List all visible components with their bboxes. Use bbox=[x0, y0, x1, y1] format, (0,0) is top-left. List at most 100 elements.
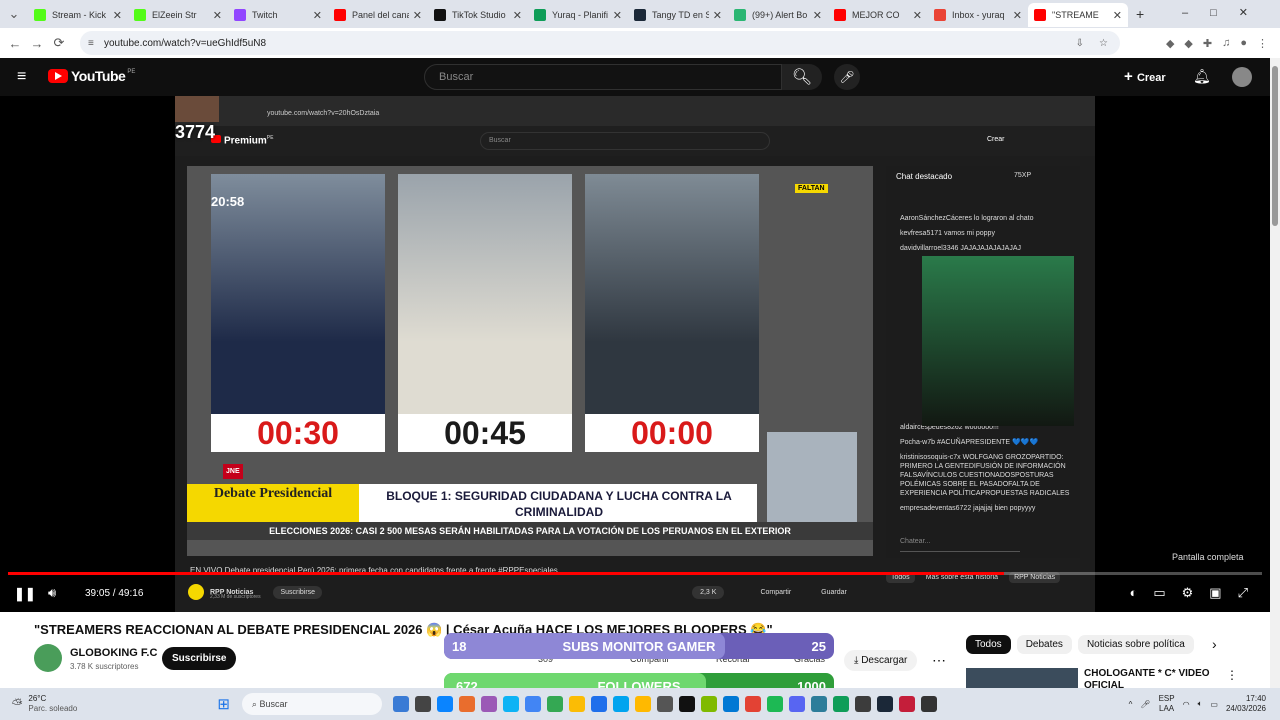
app-icon[interactable] bbox=[854, 696, 871, 712]
app-icon[interactable] bbox=[568, 696, 585, 712]
tray-chevron-icon[interactable]: ^ bbox=[1129, 700, 1133, 709]
app-icon[interactable] bbox=[876, 696, 893, 712]
close-icon[interactable]: ✕ bbox=[113, 9, 122, 22]
weather-icon[interactable]: ⛅︎ bbox=[12, 696, 22, 712]
tab[interactable]: MEJOR CO ✕ bbox=[828, 3, 928, 27]
app-icon[interactable] bbox=[810, 696, 827, 712]
app-icon[interactable] bbox=[678, 696, 695, 712]
app-icon[interactable] bbox=[546, 696, 563, 712]
related-title[interactable]: CHOLOGANTE * C* VIDEO OFICIAL bbox=[1084, 668, 1212, 688]
avatar[interactable] bbox=[1232, 67, 1252, 87]
close-icon[interactable]: ✕ bbox=[213, 9, 222, 22]
chip-debates[interactable]: Debates bbox=[1016, 635, 1072, 654]
app-icon[interactable] bbox=[920, 696, 937, 712]
language-indicator[interactable]: ESP LAA bbox=[1159, 694, 1175, 714]
close-icon[interactable]: ✕ bbox=[1013, 9, 1022, 22]
app-icon[interactable] bbox=[524, 696, 541, 712]
app-icon[interactable] bbox=[590, 696, 607, 712]
app-icon[interactable] bbox=[898, 696, 915, 712]
scrollbar-thumb[interactable] bbox=[1272, 66, 1278, 226]
close-icon[interactable]: ✕ bbox=[513, 9, 522, 22]
app-icon[interactable] bbox=[744, 696, 761, 712]
notifications-icon[interactable]: 🔔︎ bbox=[1193, 68, 1211, 85]
tab[interactable]: Twitch ✕ bbox=[228, 3, 328, 27]
tab[interactable]: Inbox - yuraq ✕ bbox=[928, 3, 1028, 27]
related-more-icon[interactable]: ⋮ bbox=[1226, 668, 1238, 682]
channel-name[interactable]: GLOBOKING F.C bbox=[70, 647, 157, 659]
tab[interactable]: (99+) Alert Bo ✕ bbox=[728, 3, 828, 27]
chips-next-icon[interactable]: › bbox=[1212, 636, 1217, 652]
app-icon[interactable] bbox=[832, 696, 849, 712]
extension-icon[interactable]: ◆ bbox=[1184, 37, 1192, 50]
subscribe-button[interactable]: Suscribirse bbox=[162, 647, 237, 670]
window-controls[interactable]: –□✕ bbox=[1182, 6, 1270, 19]
volume-icon[interactable]: 🔊︎ bbox=[48, 585, 56, 601]
channel-avatar[interactable] bbox=[34, 644, 62, 672]
app-icon[interactable] bbox=[722, 696, 739, 712]
youtube-logo[interactable]: YouTube PE bbox=[48, 68, 135, 84]
extension-icon[interactable]: ◆ bbox=[1166, 37, 1174, 50]
app-icon[interactable] bbox=[480, 696, 497, 712]
hamburger-icon[interactable]: ≡ bbox=[17, 68, 26, 86]
app-icon[interactable] bbox=[788, 696, 805, 712]
tab-search-icon[interactable]: ⌄ bbox=[0, 6, 28, 22]
download-button[interactable]: ⤓ Descargar bbox=[844, 650, 918, 671]
close-icon[interactable]: ✕ bbox=[913, 9, 922, 22]
close-icon[interactable]: ✕ bbox=[413, 9, 422, 22]
close-icon[interactable]: ✕ bbox=[813, 9, 822, 22]
tab[interactable]: Stream - Kick ✕ bbox=[28, 3, 128, 27]
subtitles-icon[interactable]: ▭ bbox=[1153, 585, 1165, 601]
app-icon[interactable] bbox=[700, 696, 717, 712]
app-icon[interactable] bbox=[436, 696, 453, 712]
settings-icon[interactable]: ⚙ bbox=[1182, 585, 1194, 601]
tab[interactable]: Tangy TD en St ✕ bbox=[628, 3, 728, 27]
close-icon[interactable]: ✕ bbox=[713, 9, 722, 22]
more-icon[interactable]: ⋯ bbox=[932, 652, 946, 669]
app-icon[interactable] bbox=[392, 696, 409, 712]
chip-politica[interactable]: Noticias sobre política bbox=[1077, 635, 1194, 654]
tab[interactable]: Yuraq - Planifi ✕ bbox=[528, 3, 628, 27]
puzzle-icon[interactable]: ✚ bbox=[1203, 37, 1212, 50]
app-icon[interactable] bbox=[612, 696, 629, 712]
wifi-icon[interactable]: ◠ bbox=[1183, 700, 1190, 709]
taskbar-search[interactable]: ⌕ Buscar bbox=[241, 693, 382, 715]
clock[interactable]: 17:40 24/03/2026 bbox=[1226, 694, 1266, 714]
close-icon[interactable]: ✕ bbox=[313, 9, 322, 22]
chip-todos[interactable]: Todos bbox=[966, 635, 1011, 654]
tab[interactable]: TikTok Studio ✕ bbox=[428, 3, 528, 27]
url-field[interactable]: ≡ youtube.com/watch?v=ueGhIdf5uN8 ☆ ⇩ bbox=[80, 31, 1120, 55]
pause-icon[interactable]: ❚❚ bbox=[14, 586, 36, 602]
miniplayer-icon[interactable]: ▣ bbox=[1209, 585, 1221, 601]
search-button[interactable]: 🔍︎ bbox=[782, 64, 822, 90]
close-icon[interactable]: ✕ bbox=[613, 9, 622, 22]
create-button[interactable]: + Crear bbox=[1124, 68, 1166, 85]
app-icon[interactable] bbox=[502, 696, 519, 712]
fullscreen-icon[interactable]: ⤢ bbox=[1238, 585, 1248, 601]
new-tab-icon[interactable]: + bbox=[1136, 6, 1144, 22]
voice-search-icon[interactable]: 🎤︎ bbox=[834, 64, 860, 90]
app-icon[interactable] bbox=[766, 696, 783, 712]
speaker-icon[interactable]: 🔈︎ bbox=[1198, 699, 1203, 709]
reload-icon[interactable]: ⟳ bbox=[48, 35, 70, 51]
tab[interactable]: ElZeein Str ✕ bbox=[128, 3, 228, 27]
install-icon[interactable]: ⇩ bbox=[1076, 38, 1084, 49]
battery-icon[interactable]: ▭ bbox=[1210, 700, 1218, 709]
search-input[interactable]: Buscar bbox=[424, 64, 782, 90]
forward-icon[interactable]: → bbox=[26, 36, 48, 51]
profile-avatar[interactable]: ● bbox=[1240, 37, 1247, 50]
media-icon[interactable]: ♫ bbox=[1222, 37, 1230, 50]
bookmark-icon[interactable]: ☆ bbox=[1099, 38, 1108, 49]
start-icon[interactable]: ⊞ bbox=[217, 695, 230, 713]
tab[interactable]: "STREAME ✕ bbox=[1028, 3, 1128, 27]
microphone-icon[interactable]: 🎤︎ bbox=[1140, 700, 1150, 709]
video-player[interactable]: youtube.com/watch?v=20hOsDztaia PremiumP… bbox=[0, 96, 1270, 612]
app-icon[interactable] bbox=[656, 696, 673, 712]
app-icon[interactable] bbox=[458, 696, 475, 712]
related-thumb[interactable] bbox=[966, 668, 1078, 688]
autoplay-toggle[interactable]: ◐ bbox=[1129, 585, 1137, 601]
tab[interactable]: Panel del cana ✕ bbox=[328, 3, 428, 27]
back-icon[interactable]: ← bbox=[4, 36, 26, 51]
page-scrollbar[interactable] bbox=[1270, 58, 1280, 688]
site-info-icon[interactable]: ≡ bbox=[88, 38, 94, 49]
app-icon[interactable] bbox=[414, 696, 431, 712]
